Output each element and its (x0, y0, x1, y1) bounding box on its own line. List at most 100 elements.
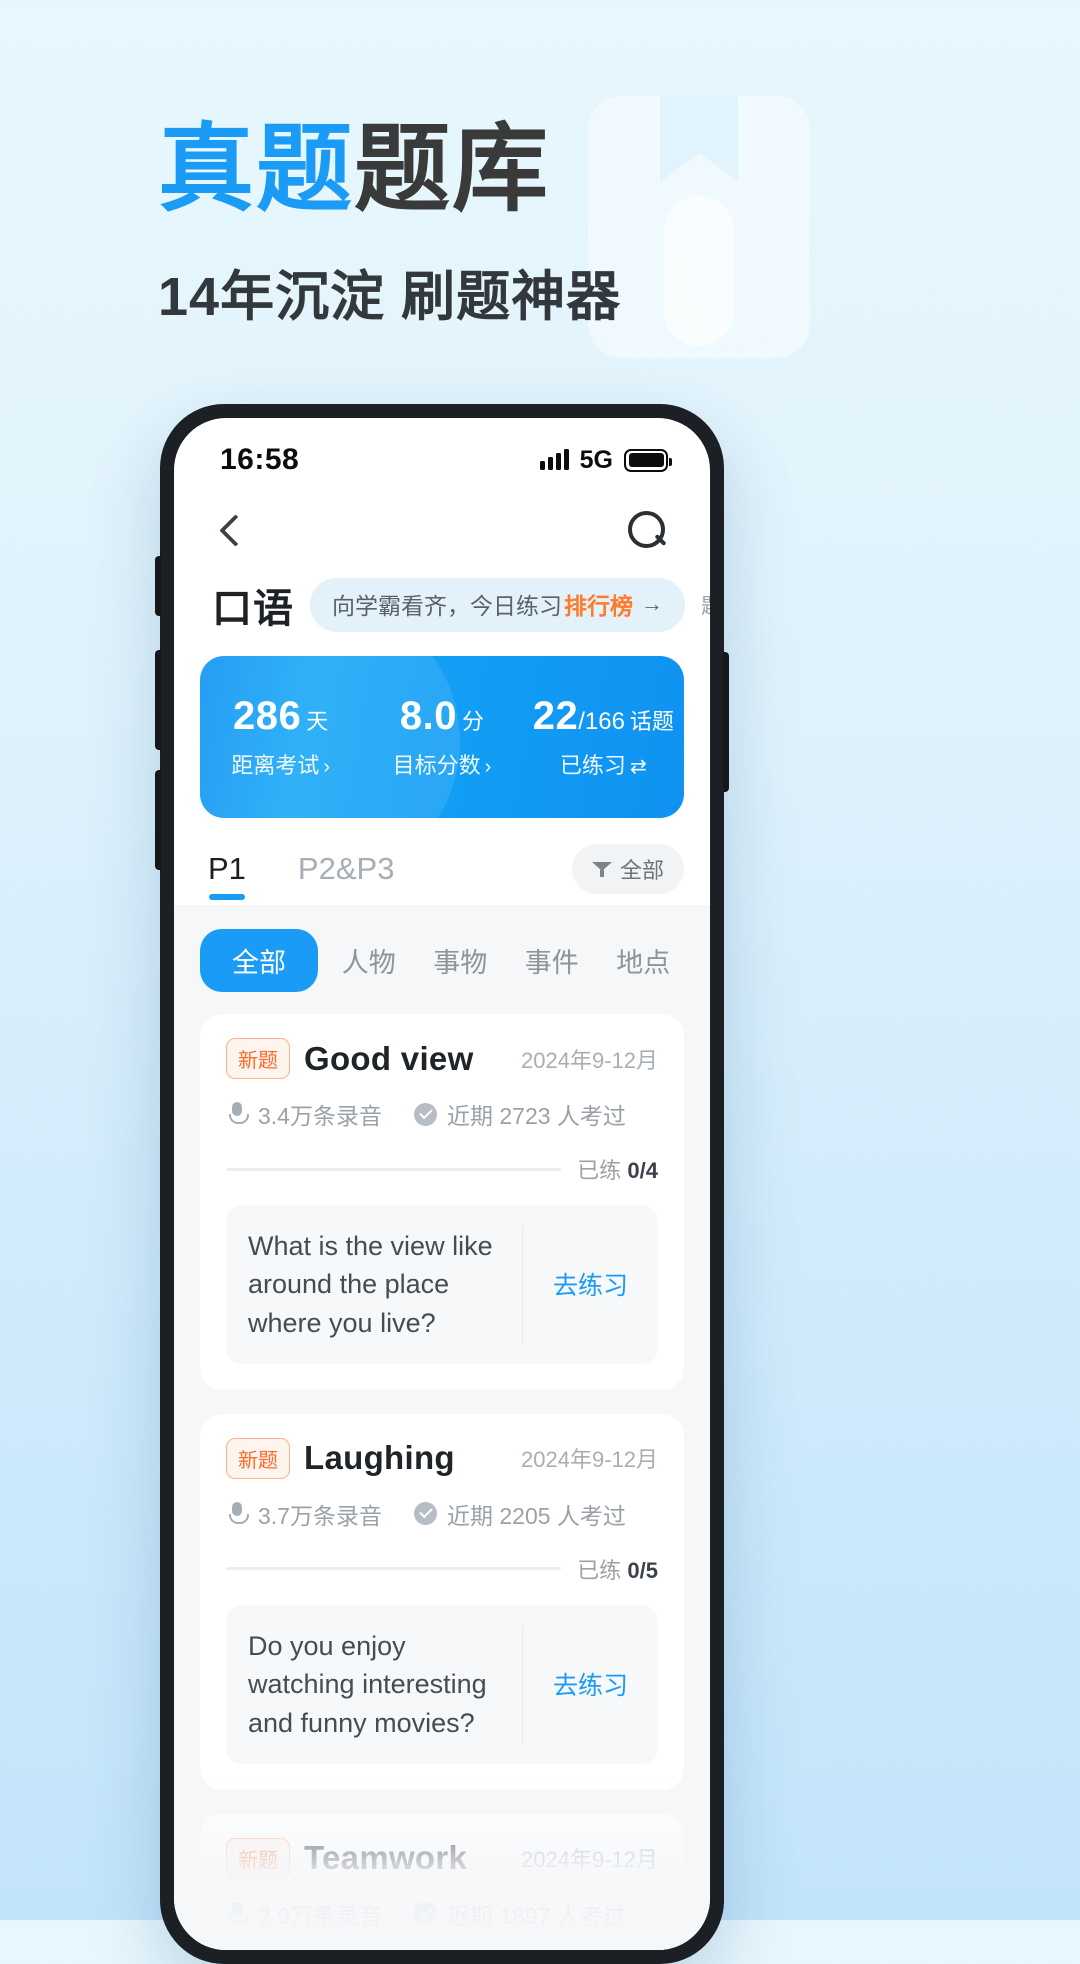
question-box: Do you enjoy watching interesting and fu… (226, 1604, 658, 1764)
check-circle-icon (413, 1502, 437, 1526)
progress-track (226, 1167, 562, 1171)
microphone-icon (226, 1101, 249, 1127)
new-topic-badge: 新题 (226, 1837, 290, 1879)
chip-all[interactable]: 全部 (200, 929, 318, 992)
new-topic-badge: 新题 (226, 1437, 290, 1479)
practice-button[interactable]: 去练习 (522, 1227, 658, 1342)
stat-unit: 分 (462, 709, 485, 734)
topic-card-list: 新题 Good view 2024年9-12月 3.4万条录音 近期 2723 … (174, 1014, 710, 1950)
topic-title: Teamwork (304, 1839, 468, 1877)
microphone-icon (226, 1901, 249, 1927)
phone-mute-switch (155, 556, 161, 616)
funnel-icon (591, 860, 612, 878)
recording-count: 2.9万条录音 (258, 1902, 382, 1929)
hero-title: 真题题库 (158, 118, 621, 222)
filter-label: 全部 (619, 858, 664, 883)
progress-text: 已练 (577, 1158, 622, 1183)
topic-date-range: 2024年9-12月 (521, 1847, 658, 1873)
status-indicators: 5G (539, 445, 672, 475)
topic-meta-row: 2.9万条录音 近期 1897 人考过 (226, 1897, 658, 1931)
hero-block: 真题题库 14年沉淀 刷题神器 (158, 118, 621, 331)
chevron-right-icon: › (323, 756, 330, 778)
stat-unit: 话题 (629, 709, 674, 734)
promo-arrow-icon: → (641, 591, 663, 616)
topic-card-header: 新题 Good view 2024年9-12月 (226, 1038, 658, 1079)
network-type-label: 5G (579, 445, 613, 474)
nav-bar (174, 492, 710, 570)
part-tabs: P1 P2&P3 全部 (174, 818, 710, 906)
chip-people[interactable]: 人物 (328, 929, 410, 992)
phone-volume-down-button (155, 770, 161, 870)
recording-count: 3.7万条录音 (258, 1502, 382, 1529)
back-chevron-icon[interactable] (210, 511, 250, 551)
tab-p2p3[interactable]: P2&P3 (298, 851, 395, 900)
page-title: 口语 (212, 587, 294, 631)
bookmark-bar-decoration (664, 196, 734, 346)
stats-card: 286 天 距离考试 › 8.0 分 目标分数 › 22/166 话题 已练习 … (200, 656, 684, 818)
help-label: 题库说明 (701, 590, 710, 620)
topic-card-header: 新题 Laughing 2024年9-12月 (226, 1437, 658, 1479)
phone-mockup: 16:58 5G 口语 向学霸看齐，今日练习排行榜 → 题库说明 ? (155, 404, 729, 1964)
chip-places[interactable]: 地点 (603, 929, 685, 992)
battery-full-icon (624, 448, 672, 472)
exam-taker-count: 近期 2723 人考过 (446, 1103, 626, 1129)
progress-label: 已练 0/5 (577, 1553, 658, 1585)
check-circle-icon (413, 1102, 437, 1126)
tab-p1[interactable]: P1 (208, 851, 246, 900)
check-circle-icon (413, 1902, 437, 1926)
stat-label: 距离考试 (231, 753, 320, 778)
filter-button[interactable]: 全部 (571, 844, 684, 894)
swap-icon: ⇄ (629, 756, 647, 778)
stat-value-row: 286 天 (200, 694, 361, 739)
topic-card[interactable]: 新题 Laughing 2024年9-12月 3.7万条录音 近期 2205 人… (200, 1413, 684, 1790)
exam-taker-count: 近期 1897 人考过 (446, 1902, 626, 1929)
stat-label-row: 距离考试 › (200, 748, 361, 780)
stat-days-until-exam[interactable]: 286 天 距离考试 › (200, 694, 361, 780)
chevron-right-icon: › (484, 756, 492, 778)
topic-title: Laughing (304, 1439, 455, 1477)
stat-number: 22 (532, 694, 579, 738)
stat-label-row: 已练习 ⇄ (523, 748, 684, 780)
topic-list-scroll-area[interactable]: 全部 人物 事物 事件 地点 新题 Good view 2024年9-12月 3 (174, 907, 710, 1950)
signal-bars-icon (539, 449, 569, 470)
topic-meta-row: 3.4万条录音 近期 2723 人考过 (226, 1097, 658, 1131)
phone-power-button (723, 652, 729, 792)
topic-card[interactable]: 新题 Teamwork 2024年9-12月 2.9万条录音 近期 1897 人… (200, 1813, 684, 1950)
question-text: What is the view like around the place w… (248, 1231, 493, 1338)
progress-label: 已练 0/4 (577, 1153, 658, 1185)
stat-label: 目标分数 (392, 753, 481, 778)
category-chip-row: 全部 人物 事物 事件 地点 (174, 907, 710, 1014)
phone-screen: 16:58 5G 口语 向学霸看齐，今日练习排行榜 → 题库说明 ? (174, 418, 710, 1950)
phone-volume-up-button (155, 650, 161, 750)
progress-track (226, 1567, 562, 1571)
exam-taker-count: 近期 2205 人考过 (446, 1502, 626, 1529)
status-time: 16:58 (220, 443, 300, 476)
chip-events[interactable]: 事件 (511, 929, 593, 992)
page-header-row: 口语 向学霸看齐，今日练习排行榜 → 题库说明 ? (174, 570, 710, 634)
leaderboard-promo-banner[interactable]: 向学霸看齐，今日练习 排行榜 → (310, 578, 685, 632)
promo-prefix: 向学霸看齐，今日练习 (332, 593, 562, 619)
topic-card[interactable]: 新题 Good view 2024年9-12月 3.4万条录音 近期 2723 … (200, 1014, 684, 1390)
topic-meta-row: 3.7万条录音 近期 2205 人考过 (226, 1497, 658, 1531)
promo-highlight: 排行榜 (564, 593, 633, 619)
progress-text: 已练 (577, 1557, 622, 1583)
question-bank-help-link[interactable]: 题库说明 ? (701, 590, 710, 620)
stat-number: 286 (233, 694, 302, 738)
topic-progress-row: 已练 0/5 (226, 1553, 658, 1585)
question-text: Do you enjoy watching interesting and fu… (248, 1630, 487, 1738)
topic-date-range: 2024年9-12月 (521, 1047, 658, 1073)
hero-subtitle: 14年沉淀 刷题神器 (158, 266, 622, 327)
stat-denominator: /166 (578, 708, 625, 735)
stat-practiced-topics[interactable]: 22/166 话题 已练习 ⇄ (523, 694, 684, 780)
stat-value-row: 8.0 分 (361, 694, 522, 739)
stat-unit: 天 (306, 709, 329, 734)
search-icon[interactable] (624, 508, 670, 554)
progress-value: 0/5 (627, 1557, 658, 1583)
progress-value: 0/4 (627, 1158, 658, 1183)
practice-button[interactable]: 去练习 (522, 1626, 658, 1742)
chip-things[interactable]: 事物 (420, 929, 502, 992)
topic-progress-row: 已练 0/4 (226, 1153, 658, 1185)
recording-count: 3.4万条录音 (258, 1103, 382, 1129)
topic-card-header: 新题 Teamwork 2024年9-12月 (226, 1837, 658, 1879)
stat-target-score[interactable]: 8.0 分 目标分数 › (361, 694, 522, 780)
